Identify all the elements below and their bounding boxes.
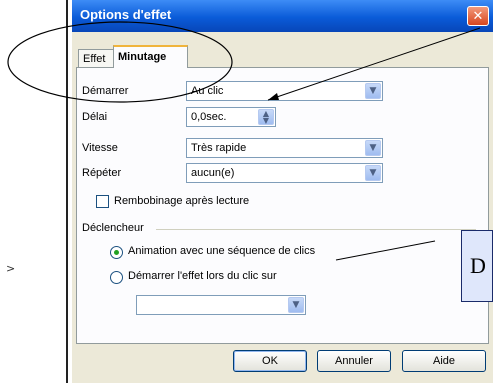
title-bar[interactable]: Options d'effet ✕ — [72, 0, 493, 32]
demarrer-value: Au clic — [191, 85, 224, 97]
demarrer-select[interactable]: Au clic ▼ — [186, 81, 383, 101]
delai-label: Délai — [82, 111, 108, 123]
vitesse-select[interactable]: Très rapide ▼ — [186, 138, 383, 158]
chevron-down-icon[interactable]: ▼ — [365, 83, 381, 99]
help-button[interactable]: Aide — [402, 350, 486, 372]
chevron-down-icon[interactable]: ▼ — [288, 297, 304, 313]
option2-label: Démarrer l'effet lors du clic sur — [128, 270, 277, 282]
document-margin-line — [66, 0, 68, 383]
vitesse-label: Vitesse — [82, 142, 118, 154]
cancel-button[interactable]: Annuler — [317, 350, 391, 372]
chevron-down-icon[interactable]: ▼ — [365, 165, 381, 181]
repeter-value: aucun(e) — [191, 167, 235, 179]
spin-arrows-icon[interactable]: ▲ ▼ — [258, 109, 274, 125]
callout-text: D — [470, 253, 486, 278]
callout-box: D — [461, 230, 493, 302]
effect-options-dialog: Options d'effet ✕ Effet Minutage Démarre… — [72, 0, 493, 383]
tab-minutage[interactable]: Minutage — [113, 45, 188, 68]
close-icon: ✕ — [472, 9, 484, 24]
vitesse-value: Très rapide — [191, 142, 247, 154]
ok-button[interactable]: OK — [233, 350, 307, 372]
declencheur-label: Déclencheur — [82, 222, 144, 234]
rembobinage-label: Rembobinage après lecture — [114, 195, 250, 207]
radio-animation-sequence[interactable] — [110, 246, 123, 259]
chevron-down-icon[interactable]: ▼ — [365, 140, 381, 156]
rembobinage-checkbox[interactable] — [96, 195, 109, 208]
group-separator — [156, 229, 476, 230]
radio-start-on-click[interactable] — [110, 271, 123, 284]
option1-label: Animation avec une séquence de clics — [128, 245, 316, 257]
demarrer-label: Démarrer — [82, 85, 129, 97]
close-button[interactable]: ✕ — [467, 6, 489, 26]
delai-value: 0,0sec. — [191, 111, 227, 123]
arrow-head-icon: > — [6, 262, 16, 275]
tab-effet[interactable]: Effet — [78, 49, 114, 67]
delai-spinbox[interactable]: 0,0sec. ▲ ▼ — [186, 107, 276, 127]
dialog-title: Options d'effet — [80, 7, 172, 22]
repeter-label: Répéter — [82, 167, 122, 179]
repeter-select[interactable]: aucun(e) ▼ — [186, 163, 383, 183]
shape-select[interactable]: ▼ — [136, 295, 306, 315]
